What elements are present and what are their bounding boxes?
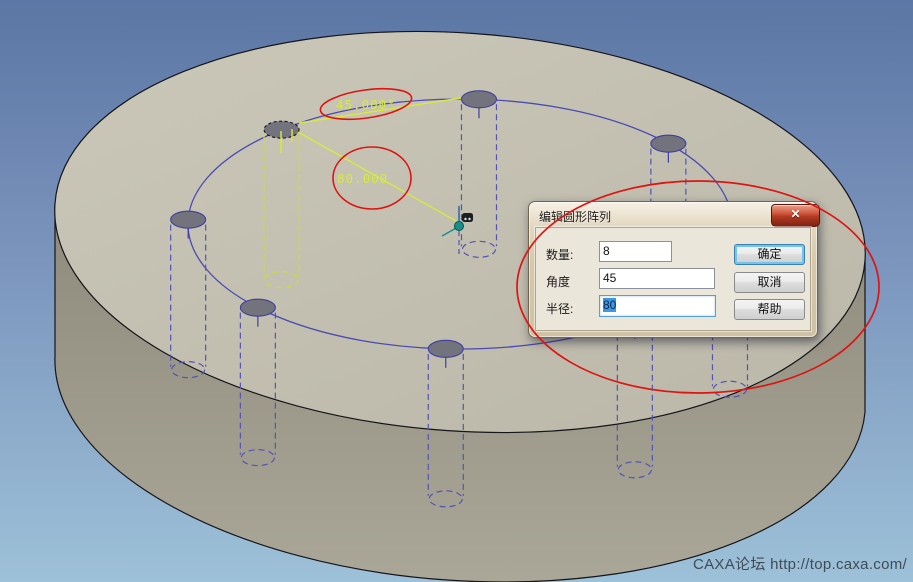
radius-input[interactable]: 80: [599, 295, 716, 317]
angle-input[interactable]: 45: [599, 268, 715, 289]
ok-button[interactable]: 确定: [734, 244, 805, 265]
quantity-label: 数量:: [546, 246, 573, 263]
close-button[interactable]: ✕: [771, 204, 820, 227]
radius-value-selected: 80: [603, 298, 616, 312]
quantity-input[interactable]: 8: [599, 241, 672, 262]
cad-viewport[interactable]: 45.000° 80.000 编辑圆形阵列 ✕ 数量: 角度 半径: 8 45 …: [0, 0, 913, 582]
angle-dimension-text[interactable]: 45.000°: [336, 97, 396, 112]
edit-circular-pattern-dialog[interactable]: 编辑圆形阵列 ✕ 数量: 角度 半径: 8 45 80 确定 取消 帮助: [528, 201, 818, 338]
watermark-text: CAXA论坛 http://top.caxa.com/: [693, 553, 907, 574]
cancel-button[interactable]: 取消: [734, 272, 805, 293]
snap-cursor-icon: [462, 213, 473, 222]
radius-dimension-text[interactable]: 80.000: [337, 171, 388, 186]
dialog-title: 编辑圆形阵列: [539, 208, 611, 225]
radius-label: 半径:: [546, 300, 573, 317]
angle-label: 角度: [546, 273, 570, 290]
quantity-value: 8: [603, 244, 610, 258]
help-button[interactable]: 帮助: [734, 299, 805, 320]
angle-value: 45: [603, 271, 616, 285]
